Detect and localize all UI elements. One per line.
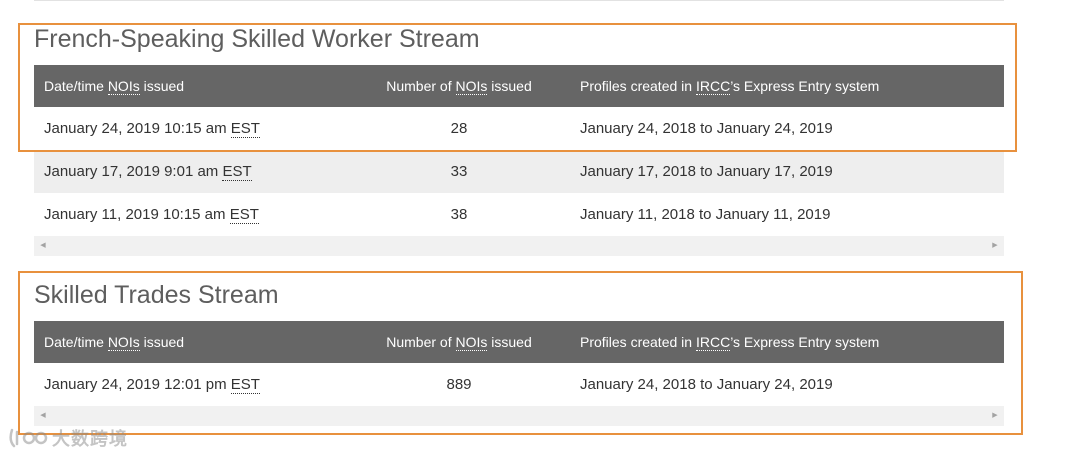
scroll-left-arrow-icon[interactable]: ◀ (36, 406, 50, 426)
watermark-logo-icon (9, 428, 48, 448)
table-row: January 24, 2019 10:15 am EST 28 January… (34, 107, 1004, 150)
top-divider (34, 0, 1004, 1)
skilled-trades-stream-section: Skilled Trades Stream Date/time NOIs iss… (34, 280, 1004, 428)
french-speaking-stream-section: French-Speaking Skilled Worker Stream Da… (34, 24, 1004, 258)
table-row: January 17, 2019 9:01 am EST 33 January … (34, 150, 1004, 193)
table-header-row: Date/time NOIs issued Number of NOIs iss… (34, 65, 1004, 107)
cell-profile-range: January 24, 2018 to January 24, 2019 (580, 120, 833, 137)
abbr-est[interactable]: EST (229, 206, 259, 224)
header-date-time: Date/time NOIs issued (44, 334, 185, 351)
cell-noi-count: 28 (450, 120, 468, 137)
cell-date-time: January 11, 2019 10:15 am EST (44, 206, 259, 224)
table-row: January 11, 2019 10:15 am EST 38 January… (34, 193, 1004, 236)
scroll-right-arrow-icon[interactable]: ▶ (988, 406, 1002, 426)
scroll-right-arrow-icon[interactable]: ▶ (988, 236, 1002, 256)
section-title: Skilled Trades Stream (34, 281, 279, 309)
abbr-nois[interactable]: NOIs (455, 334, 488, 351)
noi-table: Date/time NOIs issued Number of NOIs iss… (34, 65, 1004, 256)
header-date-time: Date/time NOIs issued (44, 78, 185, 95)
noi-table: Date/time NOIs issued Number of NOIs iss… (34, 321, 1004, 426)
table-header-row: Date/time NOIs issued Number of NOIs iss… (34, 321, 1004, 363)
cell-noi-count: 889 (446, 376, 472, 393)
watermark: 大数跨境 (8, 424, 128, 452)
header-profiles-created: Profiles created in IRCC’s Express Entry… (580, 334, 880, 351)
abbr-ircc[interactable]: IRCC (695, 78, 731, 95)
cell-profile-range: January 11, 2018 to January 11, 2019 (580, 206, 831, 223)
header-number-of-nois: Number of NOIs issued (386, 334, 532, 351)
scroll-left-arrow-icon[interactable]: ◀ (36, 236, 50, 256)
abbr-est[interactable]: EST (222, 163, 252, 181)
table-row: January 24, 2019 12:01 pm EST 889 Januar… (34, 363, 1004, 406)
section-title: French-Speaking Skilled Worker Stream (34, 25, 480, 53)
abbr-nois[interactable]: NOIs (107, 78, 140, 95)
cell-date-time: January 24, 2019 12:01 pm EST (44, 376, 260, 394)
cell-noi-count: 33 (450, 163, 468, 180)
header-profiles-created: Profiles created in IRCC’s Express Entry… (580, 78, 880, 95)
cell-date-time: January 17, 2019 9:01 am EST (44, 163, 252, 181)
cell-noi-count: 38 (450, 206, 468, 223)
abbr-est[interactable]: EST (230, 376, 260, 394)
abbr-est[interactable]: EST (230, 120, 260, 138)
horizontal-scrollbar[interactable]: ◀ ▶ (34, 236, 1004, 256)
header-number-of-nois: Number of NOIs issued (386, 78, 532, 95)
cell-profile-range: January 24, 2018 to January 24, 2019 (580, 376, 833, 393)
cell-date-time: January 24, 2019 10:15 am EST (44, 120, 260, 138)
watermark-text: 大数跨境 (52, 429, 128, 450)
abbr-nois[interactable]: NOIs (107, 334, 140, 351)
abbr-nois[interactable]: NOIs (455, 78, 488, 95)
cell-profile-range: January 17, 2018 to January 17, 2019 (580, 163, 833, 180)
horizontal-scrollbar[interactable]: ◀ ▶ (34, 406, 1004, 426)
abbr-ircc[interactable]: IRCC (695, 334, 731, 351)
